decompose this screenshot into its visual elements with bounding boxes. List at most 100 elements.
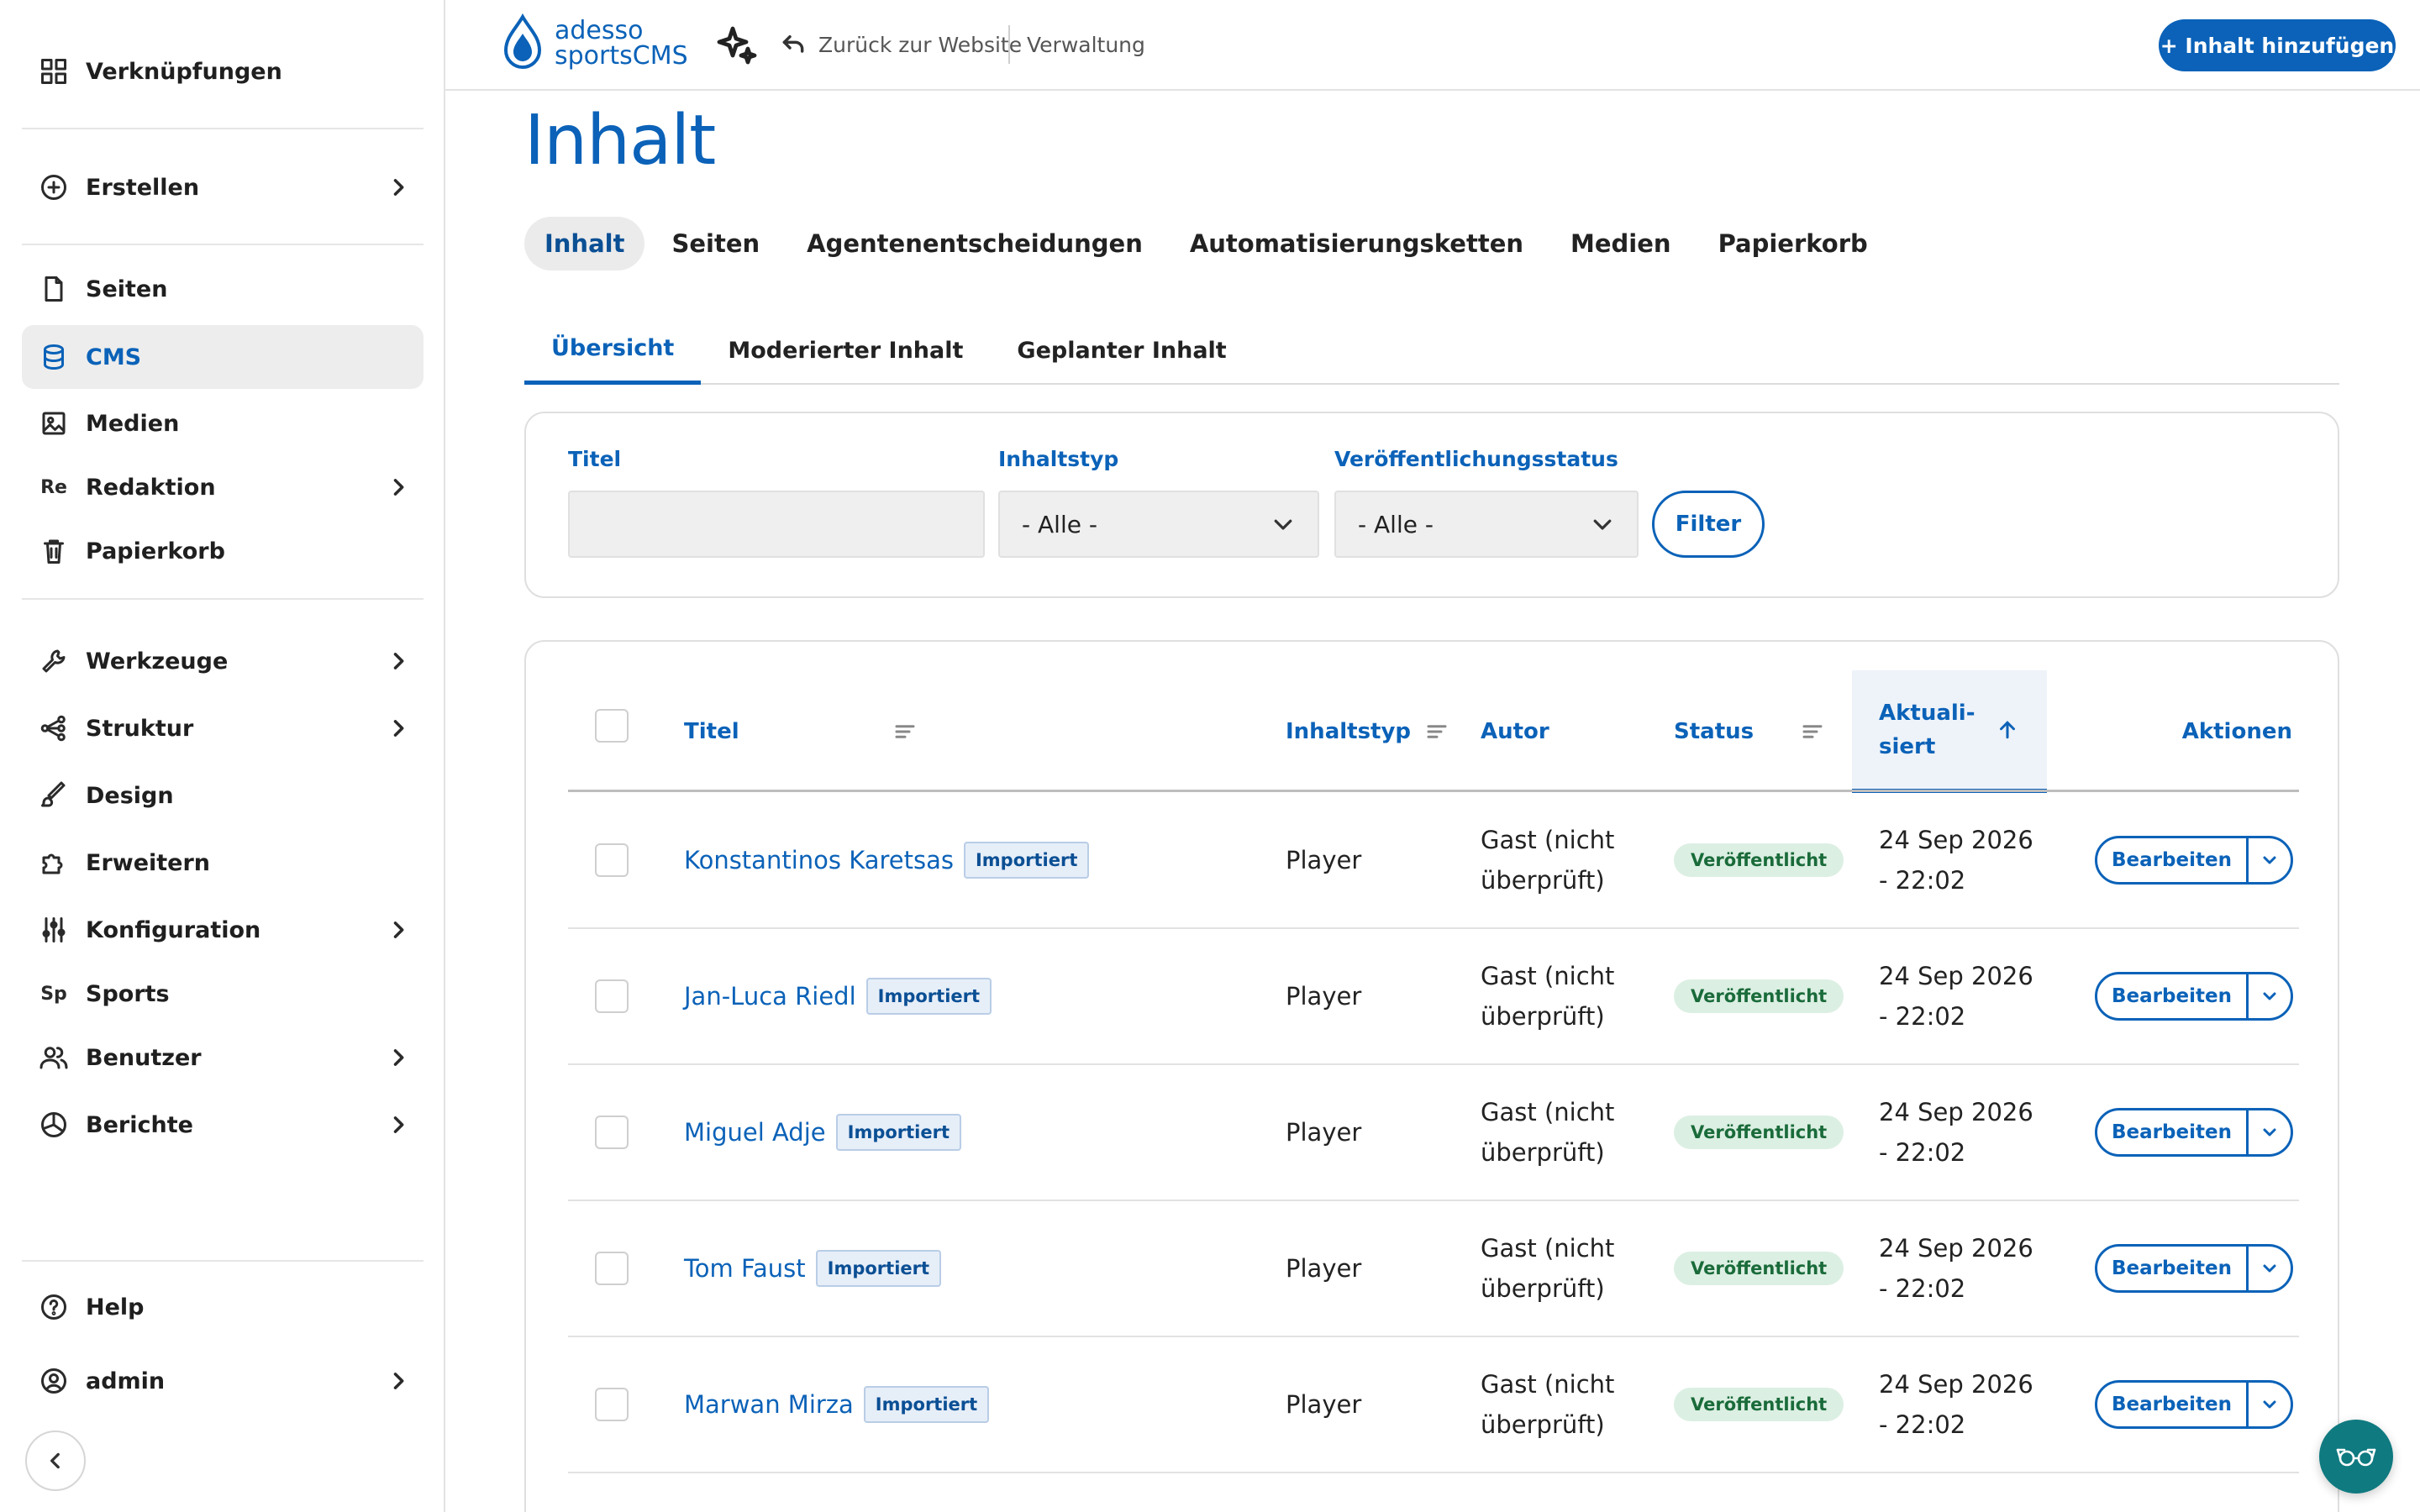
sidebar-item-sports[interactable]: Sp Sports — [22, 962, 424, 1026]
actions-dropdown-toggle[interactable] — [2249, 838, 2291, 882]
status-filter-select[interactable]: - Alle - — [1334, 491, 1639, 558]
sidebar-item-label: Konfiguration — [86, 916, 261, 943]
content-title-link[interactable]: Jan-Luca Riedl — [684, 982, 856, 1011]
sidebar-item-papierkorb[interactable]: Papierkorb — [22, 519, 424, 583]
status-badge: Veröffentlicht — [1674, 843, 1844, 877]
sidebar-item-konfiguration[interactable]: Konfiguration — [22, 898, 424, 962]
wrench-icon — [22, 646, 86, 676]
edit-button[interactable]: Bearbeiten — [2097, 1383, 2249, 1426]
status-filter-label: Veröffentlichungsstatus — [1334, 447, 1618, 471]
subtab-geplanter-inhalt[interactable]: Geplanter Inhalt — [990, 316, 1253, 385]
sort-lines-icon[interactable] — [1424, 719, 1449, 744]
content-type-cell: Player — [1286, 1254, 1362, 1283]
redaktion-abbr-icon: Re — [40, 476, 67, 498]
sidebar-item-benutzer[interactable]: Benutzer — [22, 1026, 424, 1089]
tab-inhalt[interactable]: Inhalt — [524, 217, 645, 270]
sidebar-item-erweitern[interactable]: Erweitern — [22, 831, 424, 895]
select-all-checkbox[interactable] — [595, 709, 629, 743]
sort-lines-icon[interactable] — [1800, 719, 1825, 744]
administration-link[interactable]: Verwaltung — [1027, 25, 1145, 64]
chevron-right-icon — [373, 717, 424, 740]
edit-button[interactable]: Bearbeiten — [2097, 838, 2249, 882]
page-title: Inhalt — [524, 101, 716, 181]
drop-logo-icon — [503, 13, 542, 69]
edit-button[interactable]: Bearbeiten — [2097, 1247, 2249, 1290]
column-header-title[interactable]: Titel — [684, 670, 918, 793]
table-row: Marwan Mirza Importiert Player Gast (nich… — [568, 1337, 2299, 1473]
return-arrow-icon — [782, 34, 804, 53]
topbar: adesso sportsCMS Zurück zur Website Verw… — [445, 0, 2420, 91]
column-header-type[interactable]: Inhaltstyp — [1286, 670, 1449, 793]
sidebar-item-seiten[interactable]: Seiten — [22, 257, 424, 321]
sidebar-item-struktur[interactable]: Struktur — [22, 696, 424, 760]
subtab-moderierter-inhalt[interactable]: Moderierter Inhalt — [701, 316, 990, 385]
edit-button[interactable]: Bearbeiten — [2097, 974, 2249, 1018]
content-title-link[interactable]: Tom Faust — [684, 1254, 806, 1283]
chevron-down-icon — [2263, 1264, 2276, 1273]
chevron-right-icon — [373, 918, 424, 942]
chevron-right-icon — [373, 1113, 424, 1137]
sidebar-item-label: Berichte — [86, 1111, 193, 1138]
sidebar-item-label: Medien — [86, 410, 180, 437]
edit-button[interactable]: Bearbeiten — [2097, 1110, 2249, 1154]
title-filter-input[interactable] — [568, 491, 985, 558]
actions-dropdown-toggle[interactable] — [2249, 974, 2291, 1018]
sidebar-item-medien[interactable]: Medien — [22, 391, 424, 455]
chevron-down-icon — [2263, 1128, 2276, 1137]
primary-tabs: Inhalt Seiten Agentenentscheidungen Auto… — [524, 217, 1895, 270]
tab-automatisierungsketten[interactable]: Automatisierungsketten — [1170, 217, 1544, 270]
help-icon — [22, 1292, 86, 1322]
column-header-updated[interactable]: Aktuali- siert — [1852, 670, 2047, 793]
content-title-link[interactable]: Miguel Adje — [684, 1118, 826, 1147]
type-filter-label: Inhaltstyp — [998, 447, 1119, 471]
sidebar-item-redaktion[interactable]: Re Redaktion — [22, 455, 424, 519]
sidebar-item-label: CMS — [86, 344, 142, 370]
column-header-author[interactable]: Autor — [1481, 670, 1549, 793]
subtab-uebersicht[interactable]: Übersicht — [524, 316, 702, 385]
row-checkbox[interactable] — [595, 843, 629, 877]
tab-seiten[interactable]: Seiten — [651, 217, 780, 270]
filter-button[interactable]: Filter — [1652, 491, 1765, 558]
grid-layout-icon — [22, 56, 86, 87]
logo[interactable]: adesso sportsCMS — [499, 13, 688, 74]
back-to-website-link[interactable]: Zurück zur Website — [780, 25, 1022, 64]
sidebar-item-design[interactable]: Design — [22, 764, 424, 827]
sidebar-item-admin[interactable]: admin — [22, 1349, 424, 1413]
tab-agentenentscheidungen[interactable]: Agentenentscheidungen — [786, 217, 1163, 270]
sidebar-item-erstellen[interactable]: Erstellen — [22, 155, 424, 219]
row-checkbox[interactable] — [595, 979, 629, 1013]
table-row: Jan-Luca Riedl Importiert Player Gast (ni… — [568, 929, 2299, 1065]
sidebar-item-verknuepfungen[interactable]: Verknüpfungen — [22, 39, 424, 103]
sidebar-item-help[interactable]: Help — [22, 1275, 424, 1339]
accessibility-widget-button[interactable] — [2319, 1420, 2393, 1494]
row-checkbox[interactable] — [595, 1252, 629, 1285]
ai-sparkle-button[interactable] — [714, 24, 758, 67]
add-content-button[interactable]: + Inhalt hinzufügen — [2159, 19, 2396, 71]
sidebar-item-berichte[interactable]: Berichte — [22, 1093, 424, 1157]
plus-circle-icon — [22, 172, 86, 202]
sidebar-item-label: Benutzer — [86, 1044, 202, 1071]
sort-lines-icon[interactable] — [892, 719, 918, 744]
column-header-title-label: Titel — [684, 719, 739, 744]
content-title-link[interactable]: Konstantinos Karetsas — [684, 846, 954, 874]
sidebar-item-label: Erstellen — [86, 174, 200, 201]
column-header-updated-line1: Aktuali- — [1879, 700, 1975, 726]
actions-dropdown-toggle[interactable] — [2249, 1110, 2291, 1154]
sidebar-item-label: Redaktion — [86, 474, 216, 501]
actions-dropdown-toggle[interactable] — [2249, 1247, 2291, 1290]
actions-dropdown-toggle[interactable] — [2249, 1383, 2291, 1426]
type-filter-select[interactable]: - Alle - — [998, 491, 1319, 558]
row-checkbox[interactable] — [595, 1116, 629, 1149]
content-title-link[interactable]: Marwan Mirza — [684, 1390, 854, 1419]
table-row: Tom Faust Importiert Player Gast (nicht üb… — [568, 1201, 2299, 1337]
row-checkbox[interactable] — [595, 1388, 629, 1421]
tab-medien[interactable]: Medien — [1550, 217, 1691, 270]
tab-papierkorb[interactable]: Papierkorb — [1698, 217, 1888, 270]
column-header-type-label: Inhaltstyp — [1286, 719, 1412, 744]
collapse-sidebar-button[interactable] — [25, 1431, 86, 1491]
sidebar-item-werkzeuge[interactable]: Werkzeuge — [22, 629, 424, 693]
column-header-status[interactable]: Status — [1674, 670, 1825, 793]
sidebar-item-cms[interactable]: CMS — [22, 325, 424, 389]
column-header-status-label: Status — [1674, 719, 1754, 744]
status-badge: Veröffentlicht — [1674, 1388, 1844, 1421]
